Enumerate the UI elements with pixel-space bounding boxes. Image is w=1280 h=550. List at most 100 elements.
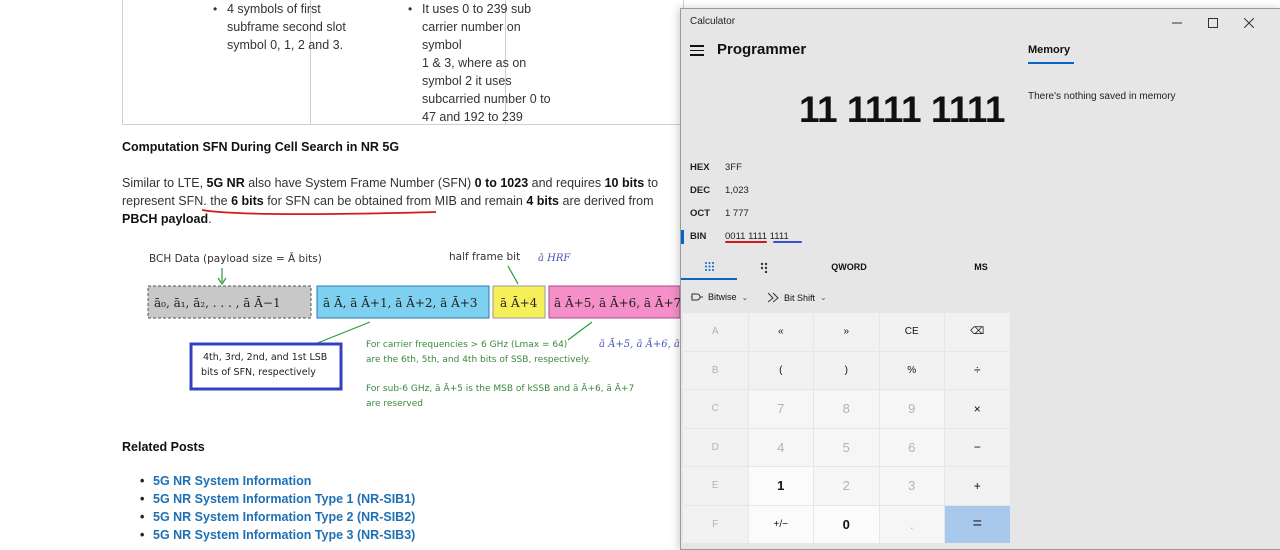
tab-active-indicator [1028,62,1074,64]
cell-line: carrier number on symbol [422,20,521,52]
chevron-down-icon: ⌄ [741,292,749,302]
related-post-link[interactable]: 5G NR System Information Type 2 (NR-SIB2… [153,510,415,524]
key-4[interactable]: 4 [748,428,813,466]
radix-value: 3FF [725,162,742,173]
radix-value: 1,023 [725,185,749,196]
key-8[interactable]: 8 [814,390,879,428]
key-hex-c[interactable]: C [683,390,748,428]
sub6-note: For sub-6 GHz, ā Ā+5 is the MSB of kSSB … [366,383,634,394]
para-text: and requires [528,176,605,190]
calculator-window: Calculator Programmer 11 1111 1111 HEX 3… [680,8,1280,550]
mmwave-note-line2: are the 6th, 5th, and 4th bits of SSB, r… [366,355,590,365]
close-button[interactable] [1231,9,1267,37]
window-title: Calculator [690,16,736,27]
hamburger-menu-icon[interactable] [690,45,704,57]
key-close-paren[interactable]: ) [814,351,879,389]
section-heading: Computation SFN During Cell Search in NR… [122,140,400,154]
keypad-tabs: QWORD MS [681,254,1011,280]
tab-full-keypad[interactable] [681,254,737,280]
key-multiply[interactable]: × [945,390,1010,428]
key-add[interactable]: + [945,467,1010,505]
half-frame-symbol: ā HRF [538,253,571,264]
table-cell-symbols: • 4 symbols of first subframe second slo… [213,0,367,54]
key-decimal[interactable]: . [879,505,944,543]
cell-line: 1 & 3, where as on [422,56,527,70]
key-hex-a[interactable]: A [683,313,748,351]
related-post-link[interactable]: 5G NR System Information Type 1 (NR-SIB1… [153,492,415,506]
close-icon [1244,18,1254,28]
cell-line: symbol 2 it uses [422,74,512,88]
key-1[interactable]: 1 [748,467,813,505]
bitshift-label: Bit Shift [784,292,816,303]
key-equals[interactable]: = [945,505,1010,543]
list-item: 5G NR System Information [140,472,415,490]
bitshift-dropdown[interactable]: Bit Shift ⌄ [767,292,827,303]
key-hex-e[interactable]: E [683,467,748,505]
related-post-link[interactable]: 5G NR System Information [153,474,311,488]
half-frame-arrow [507,265,519,285]
content-table [122,0,684,125]
key-modulo[interactable]: % [879,351,944,389]
minimize-button[interactable] [1159,9,1195,37]
key-0[interactable]: 0 [814,505,879,543]
maximize-button[interactable] [1195,9,1231,37]
key-9[interactable]: 9 [879,390,944,428]
sfn-paragraph: Similar to LTE, 5G NR also have System F… [122,174,677,228]
keypad: A « » CE ⌫ B ( ) % ÷ C 7 8 9 × D 4 5 6 −… [683,313,1013,543]
word-size-button[interactable]: QWORD [817,254,881,280]
cell-line: subcarried number 0 to [422,92,551,106]
key-clear-entry[interactable]: CE [879,313,944,351]
cell-line: It uses 0 to 239 sub [422,2,532,16]
bit-toggle-icon [760,262,767,273]
key-shift-left[interactable]: « [748,313,813,351]
radix-label: OCT [690,208,711,219]
key-hex-d[interactable]: D [683,428,748,466]
para-bold: 5G NR [206,176,245,190]
lsb-callout-line2: bits of SFN, respectively [201,367,316,378]
radix-label: BIN [690,231,707,242]
tab-bit-toggling[interactable] [739,254,791,280]
radix-hex-row[interactable]: HEX 3FF [681,157,1011,179]
key-negate[interactable]: +/− [748,505,813,543]
cell-line: 47 and 192 to 239 [422,110,523,124]
keypad-grid-icon [704,261,714,271]
tab-memory[interactable]: Memory [1028,44,1070,56]
red-annotation-underline [725,241,767,243]
bullet: • [408,2,413,16]
key-5[interactable]: 5 [814,428,879,466]
para-bold: PBCH payload [122,212,209,226]
list-item: 5G NR System Information Type 2 (NR-SIB2… [140,508,415,526]
bch-data-label: BCH Data (payload size = Ā bits) [149,252,322,265]
para-text: also have System Frame Number (SFN) [244,176,475,190]
key-backspace[interactable]: ⌫ [945,313,1010,351]
para-bold: 4 bits [526,194,560,208]
key-open-paren[interactable]: ( [748,351,813,389]
key-6[interactable]: 6 [879,428,944,466]
bullet: • [213,2,218,16]
para-text: are derived from [559,194,654,208]
para-text: Similar to LTE, [122,176,207,190]
cell-line: subframe second slot [227,20,346,34]
payload-box-hrf-text: ā Ā+4 [500,295,538,310]
key-shift-right[interactable]: » [814,313,879,351]
result-display: 11 1111 1111 [798,89,1006,130]
key-subtract[interactable]: − [945,428,1010,466]
mmwave-note: For carrier frequencies > 6 GHz (Lmax = … [366,340,567,350]
key-2[interactable]: 2 [814,467,879,505]
radix-oct-row[interactable]: OCT 1 777 [681,203,1011,225]
key-hex-b[interactable]: B [683,351,748,389]
memory-store-button[interactable]: MS [951,254,1011,280]
key-hex-f[interactable]: F [683,505,748,543]
para-bold: 0 to 1023 [474,176,529,190]
bitwise-dropdown[interactable]: Bitwise ⌄ [691,292,748,302]
radix-dec-row[interactable]: DEC 1,023 [681,180,1011,202]
payload-box-sfn-lsb-text: ā Ā, ā Ā+1, ā Ā+2, ā Ā+3 [323,295,478,310]
para-bold: 10 bits [604,176,645,190]
radix-bin-row[interactable]: BIN 0011 1111 1111 [681,226,1011,248]
title-bar[interactable]: Calculator [681,9,1280,37]
key-7[interactable]: 7 [748,390,813,428]
list-item: 5G NR System Information Type 3 (NR-SIB3… [140,526,415,544]
key-3[interactable]: 3 [879,467,944,505]
blue-annotation-underline [773,241,802,243]
key-divide[interactable]: ÷ [945,351,1010,389]
